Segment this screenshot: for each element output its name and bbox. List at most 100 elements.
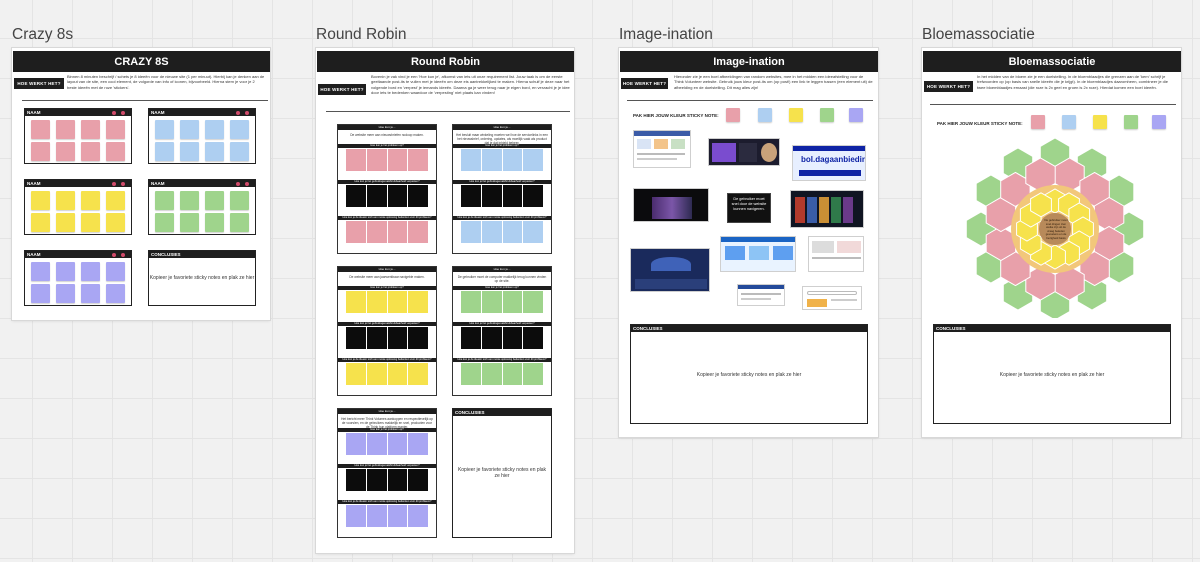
website-thumbnail-fashion[interactable]	[708, 138, 780, 166]
sticky-note[interactable]	[81, 120, 100, 139]
vote-dot-icon[interactable]	[245, 110, 249, 115]
website-thumbnail-shop[interactable]	[633, 130, 691, 168]
sticky-note[interactable]	[56, 191, 75, 210]
sticky-note[interactable]	[502, 149, 523, 171]
website-thumbnail-search[interactable]	[802, 286, 862, 310]
website-thumbnail-news[interactable]	[737, 284, 785, 306]
sticky-note[interactable]	[346, 505, 366, 527]
sticky-note[interactable]	[387, 221, 408, 243]
sticky-note[interactable]	[523, 327, 543, 349]
sticky-note[interactable]	[106, 120, 125, 139]
sticky-note[interactable]	[205, 142, 224, 161]
sticky-note[interactable]	[387, 291, 408, 313]
sticky-note[interactable]	[205, 191, 224, 210]
pick-sticky-green[interactable]	[1124, 115, 1138, 129]
website-thumbnail-disney[interactable]	[630, 248, 710, 292]
sticky-note[interactable]	[481, 363, 502, 385]
sticky-note[interactable]	[56, 284, 75, 303]
website-thumbnail-booking[interactable]	[720, 236, 796, 272]
sticky-note[interactable]	[180, 213, 199, 232]
vote-dot-icon[interactable]	[112, 181, 116, 186]
sticky-note[interactable]	[523, 221, 543, 243]
sticky-note[interactable]	[81, 142, 100, 161]
website-thumbnail-bol[interactable]: bol.dagaanbieding	[792, 145, 866, 181]
sticky-note[interactable]	[346, 433, 366, 455]
sticky-note[interactable]	[180, 142, 199, 161]
sticky-note[interactable]	[56, 142, 75, 161]
sticky-note[interactable]	[408, 291, 428, 313]
sticky-note[interactable]	[31, 120, 50, 139]
sticky-note[interactable]	[408, 221, 428, 243]
sticky-note[interactable]	[346, 363, 366, 385]
crazy8s-cluster-pink[interactable]: NAAM	[24, 108, 132, 164]
vote-dot-icon[interactable]	[121, 252, 125, 257]
sticky-note[interactable]	[106, 284, 125, 303]
sticky-note[interactable]	[346, 185, 366, 207]
website-thumbnail-netflix[interactable]	[790, 190, 864, 228]
pick-sticky-blue[interactable]	[758, 108, 772, 122]
pick-sticky-purple[interactable]	[849, 108, 863, 122]
sticky-note[interactable]	[366, 221, 387, 243]
sticky-note[interactable]	[106, 213, 125, 232]
sticky-note[interactable]	[461, 363, 481, 385]
sticky-note[interactable]	[387, 185, 408, 207]
frame-title-roundrobin[interactable]: Round Robin	[316, 26, 406, 44]
vote-dot-icon[interactable]	[236, 181, 240, 186]
frame-title-crazy8s[interactable]: Crazy 8s	[12, 26, 73, 44]
sticky-note[interactable]	[366, 433, 387, 455]
sticky-note[interactable]	[523, 363, 543, 385]
sticky-note[interactable]	[408, 505, 428, 527]
sticky-note[interactable]	[230, 142, 249, 161]
sticky-note[interactable]	[387, 433, 408, 455]
imagination-conclusions-box[interactable]: CONCLUSIES Kopieer je favoriete sticky n…	[630, 324, 868, 424]
pick-sticky-yellow[interactable]	[1093, 115, 1107, 129]
sticky-note[interactable]	[230, 213, 249, 232]
sticky-note[interactable]	[155, 191, 174, 210]
sticky-note[interactable]	[502, 291, 523, 313]
frame-title-imagination[interactable]: Image-ination	[619, 26, 713, 44]
sticky-note[interactable]	[346, 221, 366, 243]
pick-sticky-pink[interactable]	[1031, 115, 1045, 129]
sticky-note[interactable]	[481, 291, 502, 313]
vote-dot-icon[interactable]	[112, 110, 116, 115]
sticky-note[interactable]	[366, 185, 387, 207]
crazy8s-cluster-yellow[interactable]: NAAM	[24, 179, 132, 235]
vote-dot-icon[interactable]	[245, 181, 249, 186]
vote-dot-icon[interactable]	[112, 252, 116, 257]
sticky-note[interactable]	[481, 221, 502, 243]
sticky-note[interactable]	[106, 191, 125, 210]
sticky-note[interactable]	[106, 262, 125, 281]
sticky-note[interactable]	[387, 327, 408, 349]
website-thumbnail-iphone[interactable]	[633, 188, 709, 222]
sticky-note[interactable]	[408, 469, 428, 491]
website-thumbnail-deals[interactable]	[808, 236, 864, 272]
sticky-note[interactable]	[408, 149, 428, 171]
sticky-note[interactable]	[366, 505, 387, 527]
sticky-note[interactable]	[408, 433, 428, 455]
sticky-note[interactable]	[502, 327, 523, 349]
sticky-note[interactable]	[408, 363, 428, 385]
sticky-note[interactable]	[81, 262, 100, 281]
roundrobin-card[interactable]: Hoe kun je... Het besluit maar winkeling …	[452, 124, 552, 254]
sticky-note[interactable]	[387, 149, 408, 171]
imagination-center-goal[interactable]: De gebruiker moet snel door de website k…	[727, 193, 771, 223]
sticky-note[interactable]	[408, 327, 428, 349]
pick-sticky-purple[interactable]	[1152, 115, 1166, 129]
sticky-note[interactable]	[205, 213, 224, 232]
sticky-note[interactable]	[155, 213, 174, 232]
roundrobin-card[interactable]: Hoe kun je... De website meer aan nieuwsb…	[337, 124, 437, 254]
sticky-note[interactable]	[481, 149, 502, 171]
sticky-note[interactable]	[366, 149, 387, 171]
sticky-note[interactable]	[461, 327, 481, 349]
sticky-note[interactable]	[481, 327, 502, 349]
sticky-note[interactable]	[155, 142, 174, 161]
sticky-note[interactable]	[387, 505, 408, 527]
sticky-note[interactable]	[408, 185, 428, 207]
pick-sticky-pink[interactable]	[726, 108, 740, 122]
sticky-note[interactable]	[366, 327, 387, 349]
sticky-note[interactable]	[31, 142, 50, 161]
sticky-note[interactable]	[523, 149, 543, 171]
sticky-note[interactable]	[81, 191, 100, 210]
sticky-note[interactable]	[481, 185, 502, 207]
sticky-note[interactable]	[346, 327, 366, 349]
